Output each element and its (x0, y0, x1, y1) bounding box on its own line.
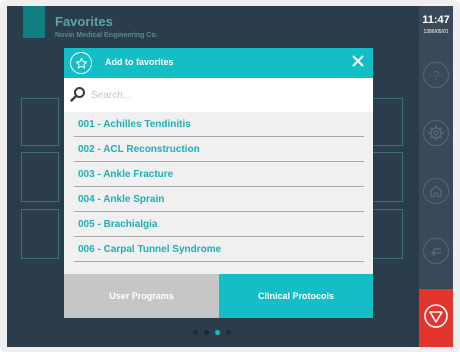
screen: Favorites Novin Medical Engineering Co. … (7, 6, 453, 347)
page-subtitle: Novin Medical Engineering Co. (55, 32, 158, 39)
list-item[interactable]: 005 - Brachialgia (74, 212, 364, 237)
clock-date: 1396/05/01 (423, 29, 449, 35)
list-item[interactable]: 004 - Ankle Sprain (74, 187, 364, 212)
page-dot[interactable] (193, 330, 198, 335)
add-to-favorites-dialog: Add to favorites Search... 001 - Achille… (64, 48, 373, 318)
list-item[interactable]: 001 - Achilles Tendinitis (74, 112, 364, 137)
favorite-slot[interactable] (21, 209, 59, 259)
svg-text:?: ? (432, 68, 439, 82)
close-icon (352, 54, 364, 72)
app-badge (23, 6, 45, 38)
protocol-list: 001 - Achilles Tendinitis 002 - ACL Reco… (64, 112, 373, 274)
page-dot-active[interactable] (215, 330, 220, 335)
page-dot[interactable] (226, 330, 231, 335)
list-item-label: 002 - ACL Reconstruction (78, 144, 200, 155)
list-item[interactable]: 003 - Ankle Fracture (74, 162, 364, 187)
list-item-label: 001 - Achilles Tendinitis (78, 119, 191, 130)
clock-time: 11:47 (422, 14, 450, 26)
list-item[interactable]: 006 - Carpal Tunnel Syndrome (74, 237, 364, 262)
dialog-header: Add to favorites (64, 48, 373, 78)
search-icon (70, 86, 86, 107)
home-icon (429, 184, 443, 198)
sidebar: 11:47 1396/05/01 ? (419, 6, 453, 289)
tab-clinical-protocols[interactable]: Clinical Protocols (219, 274, 373, 318)
list-item-label: 003 - Ankle Fracture (78, 169, 174, 180)
list-item[interactable]: 002 - ACL Reconstruction (74, 137, 364, 162)
list-item-label: 004 - Ankle Sprain (78, 194, 165, 205)
back-button[interactable] (423, 238, 449, 264)
page-dot[interactable] (204, 330, 209, 335)
search-input[interactable] (91, 85, 361, 105)
list-item-label: 005 - Brachialgia (78, 219, 158, 230)
page-title: Favorites (55, 14, 113, 29)
list-item-label: 006 - Carpal Tunnel Syndrome (78, 244, 222, 255)
help-icon: ? (429, 68, 443, 82)
emergency-stop-button[interactable] (419, 289, 453, 347)
close-button[interactable] (343, 48, 373, 78)
dialog-title: Add to favorites (105, 57, 174, 67)
stop-icon (423, 303, 449, 334)
settings-button[interactable] (423, 120, 449, 146)
home-button[interactable] (423, 178, 449, 204)
favorite-slot[interactable] (21, 98, 59, 146)
page-indicator (193, 330, 231, 335)
help-button[interactable]: ? (423, 62, 449, 88)
search-bar (64, 78, 373, 112)
star-icon (70, 52, 92, 74)
tab-user-programs[interactable]: User Programs (64, 274, 219, 318)
device-frame: Favorites Novin Medical Engineering Co. … (0, 0, 460, 352)
settings-icon (428, 125, 444, 141)
back-icon (429, 244, 443, 258)
favorite-slot[interactable] (21, 152, 59, 202)
